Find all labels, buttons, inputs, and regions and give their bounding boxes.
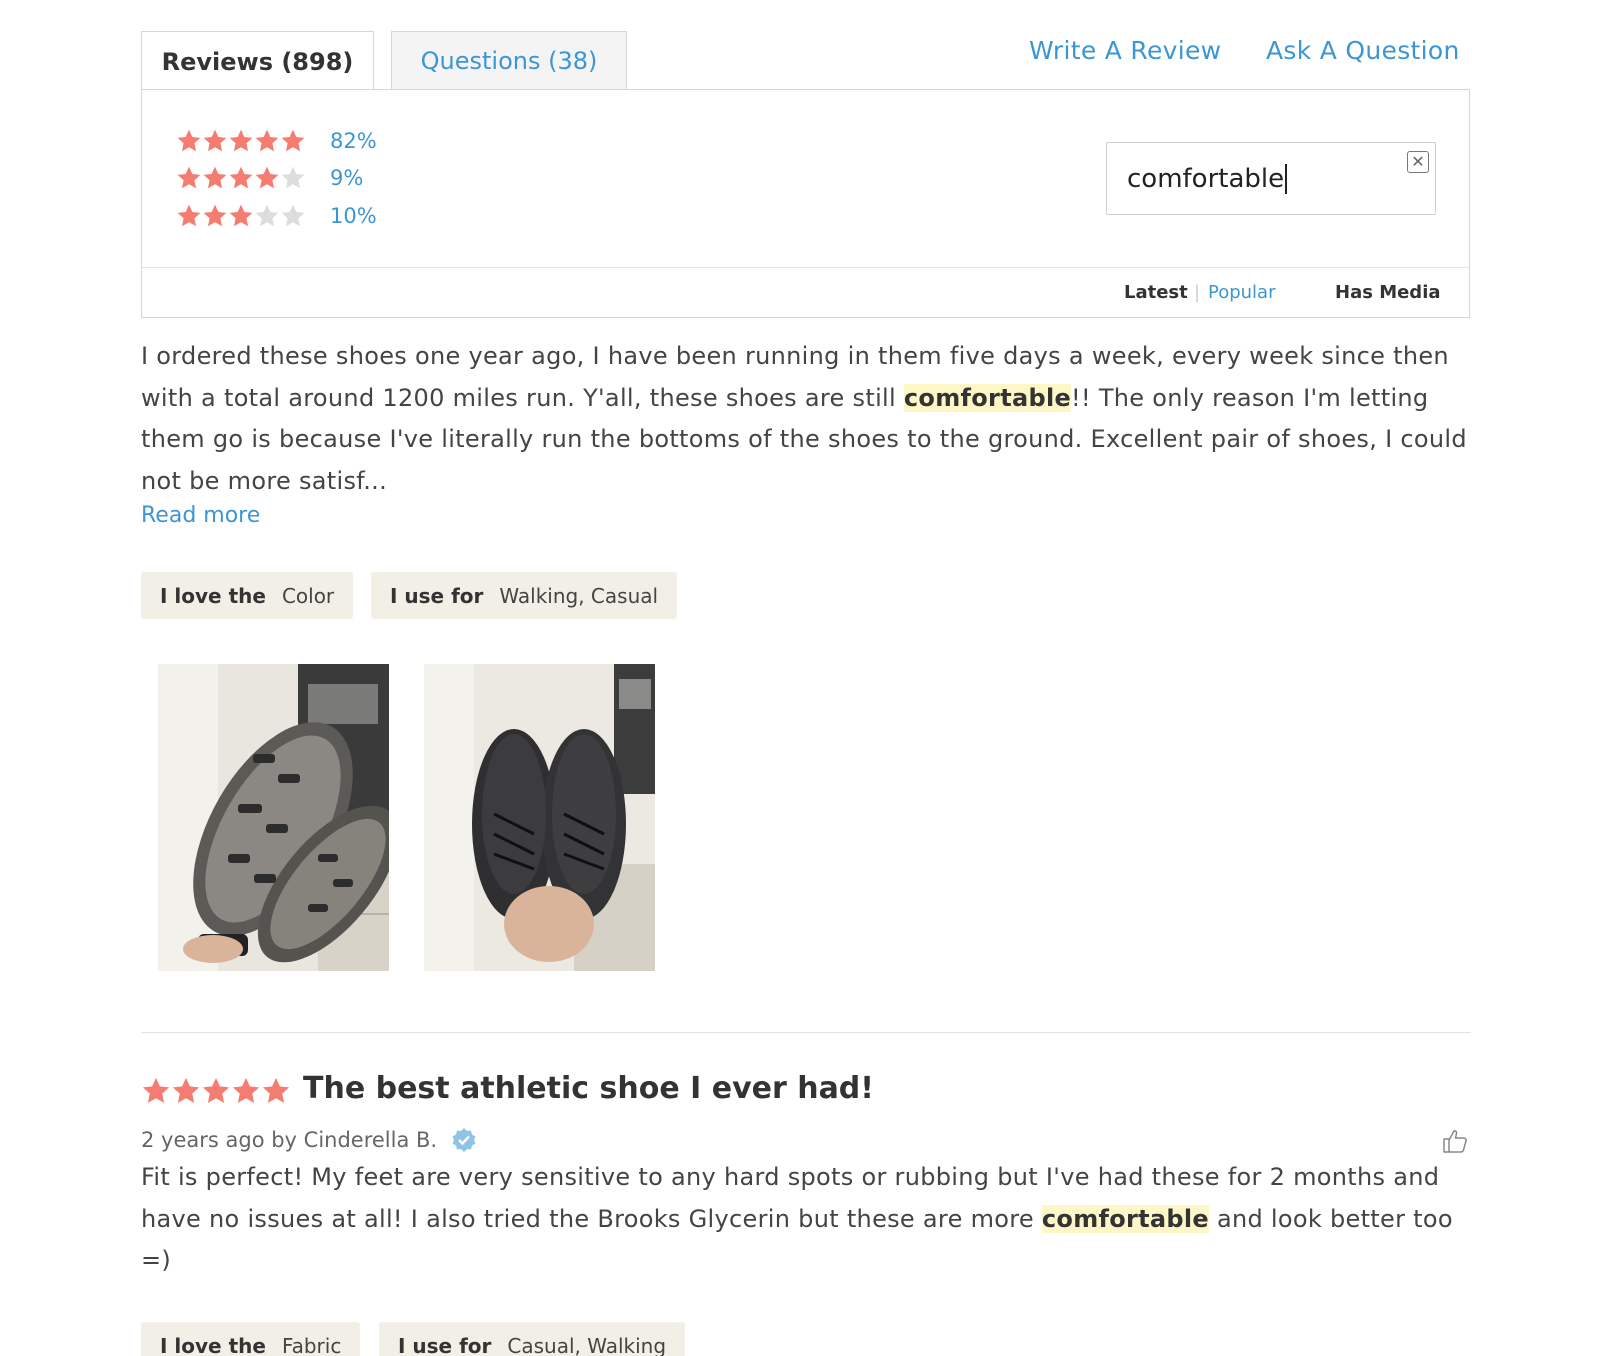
review-meta: 2 years ago by Cinderella B. xyxy=(141,1127,477,1153)
thumbs-up-icon[interactable] xyxy=(1442,1128,1468,1154)
filter-has-media[interactable]: Has Media xyxy=(1335,282,1441,303)
chip-label: I use for xyxy=(390,583,484,608)
rating-percent: 82% xyxy=(330,129,377,153)
close-icon[interactable]: ✕ xyxy=(1407,151,1429,173)
three-star-rating-icon xyxy=(176,203,306,229)
chip-value: Fabric xyxy=(281,1333,342,1356)
text-caret xyxy=(1285,163,1288,194)
verified-badge-icon xyxy=(452,1128,476,1152)
review-chip-love: I love the Color xyxy=(141,572,354,619)
review-chip-use: I use for Walking, Casual xyxy=(371,572,678,619)
four-star-rating-icon xyxy=(176,165,306,191)
star-filled-icon xyxy=(203,166,227,189)
rating-row-3[interactable]: 10% xyxy=(176,203,377,229)
star-filled-icon xyxy=(202,1077,230,1103)
review-chip-use: I use for Casual, Walking xyxy=(379,1322,686,1356)
review-search-input[interactable]: comfortable ✕ xyxy=(1106,142,1436,215)
star-filled-icon xyxy=(142,1077,170,1103)
star-empty-icon xyxy=(255,204,279,227)
tab-questions[interactable]: Questions (38) xyxy=(391,31,627,90)
sort-latest[interactable]: Latest xyxy=(1124,282,1188,303)
star-filled-icon xyxy=(177,204,201,227)
five-star-rating-icon xyxy=(176,128,306,154)
star-filled-icon xyxy=(255,166,279,189)
review-photo-shoe-tops[interactable] xyxy=(424,664,655,971)
star-filled-icon xyxy=(229,204,253,227)
chip-label: I use for xyxy=(398,1333,492,1356)
sort-popular[interactable]: Popular xyxy=(1208,282,1276,303)
rating-percent: 9% xyxy=(330,166,364,190)
search-highlight: comfortable xyxy=(1041,1204,1210,1233)
review-photo-shoe-soles[interactable] xyxy=(158,664,389,971)
star-empty-icon xyxy=(281,204,305,227)
reviews-summary-panel: 82% 9% 10% comfortable ✕ Latest | Popula… xyxy=(141,89,1470,318)
chip-value: Color xyxy=(281,583,335,608)
star-filled-icon xyxy=(255,129,279,152)
review-separator xyxy=(141,1032,1471,1033)
star-filled-icon xyxy=(262,1077,290,1103)
chip-label: I love the xyxy=(160,583,266,608)
star-filled-icon xyxy=(229,166,253,189)
search-highlight: comfortable xyxy=(903,383,1072,412)
search-input-value: comfortable xyxy=(1127,163,1285,194)
write-review-link[interactable]: Write A Review xyxy=(1029,36,1221,65)
tab-reviews[interactable]: Reviews (898) xyxy=(141,31,374,91)
read-more-link[interactable]: Read more xyxy=(141,503,260,528)
rating-row-4[interactable]: 9% xyxy=(176,165,363,191)
star-filled-icon xyxy=(177,129,201,152)
divider xyxy=(142,267,1469,268)
star-filled-icon xyxy=(203,129,227,152)
star-filled-icon xyxy=(203,204,227,227)
rating-row-5[interactable]: 82% xyxy=(176,128,377,154)
star-filled-icon xyxy=(177,166,201,189)
five-star-rating-icon xyxy=(141,1076,291,1106)
chip-value: Walking, Casual xyxy=(499,583,659,608)
rating-percent: 10% xyxy=(330,204,377,228)
star-filled-icon xyxy=(172,1077,200,1103)
chip-label: I love the xyxy=(160,1333,266,1356)
review-author-date: 2 years ago by Cinderella B. xyxy=(141,1128,438,1152)
star-empty-icon xyxy=(281,166,305,189)
sort-separator: | xyxy=(1194,282,1201,303)
star-filled-icon xyxy=(229,129,253,152)
star-filled-icon xyxy=(232,1077,260,1103)
ask-question-link[interactable]: Ask A Question xyxy=(1266,36,1460,65)
review-body: Fit is perfect! My feet are very sensiti… xyxy=(141,1157,1471,1282)
chip-value: Casual, Walking xyxy=(507,1333,667,1356)
review-body: I ordered these shoes one year ago, I ha… xyxy=(141,336,1471,502)
review-chip-love: I love the Fabric xyxy=(141,1322,361,1356)
star-filled-icon xyxy=(281,129,305,152)
review-title: The best athletic shoe I ever had! xyxy=(303,1071,874,1106)
